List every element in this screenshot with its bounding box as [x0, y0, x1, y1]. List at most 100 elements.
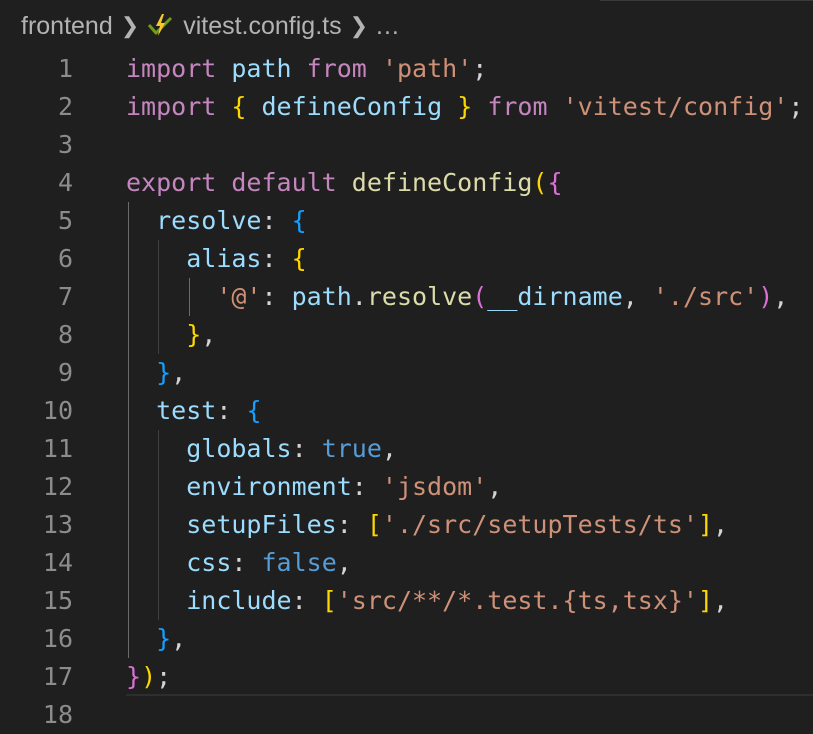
line-number: 11 [42, 434, 73, 463]
line-number: 7 [57, 282, 73, 311]
line-number: 6 [57, 244, 73, 273]
line-number: 9 [57, 358, 73, 387]
code-token: css [186, 548, 232, 577]
code-token: } [156, 358, 172, 387]
line-number: 17 [42, 662, 73, 691]
code-line[interactable]: 11 globals: true, [0, 430, 813, 468]
line-number: 12 [42, 472, 73, 501]
code-token: ; [472, 54, 488, 83]
code-token: environment [186, 472, 352, 501]
code-token: defineConfig [261, 92, 443, 121]
code-token: } [186, 320, 202, 349]
code-line[interactable]: 14 css: false, [0, 544, 813, 582]
code-line[interactable]: 10 test: { [0, 392, 813, 430]
code-line[interactable]: 17}); [0, 658, 813, 696]
code-token: : [291, 586, 322, 615]
line-number: 18 [42, 700, 73, 729]
breadcrumb-symbols[interactable]: ... [376, 12, 400, 41]
code-line[interactable]: 12 environment: 'jsdom', [0, 468, 813, 506]
code-line[interactable]: 1 import path from 'path'; [0, 50, 813, 88]
code-editor[interactable]: 1 import path from 'path'; 2 import { defin… [0, 50, 813, 729]
code-token: 'vitest/config' [562, 92, 789, 121]
code-line[interactable]: 9 }, [0, 354, 813, 392]
code-text: '@': path.resolve(__dirname, './src'), [126, 278, 788, 316]
code-token: : [216, 396, 247, 425]
code-token: 'jsdom' [381, 472, 488, 501]
code-token: { [547, 168, 563, 197]
code-text: globals: true, [126, 430, 397, 468]
code-token: 'src/**/*.test.{ts,tsx}' [336, 586, 698, 615]
code-text: }); [126, 658, 171, 696]
breadcrumb-folder[interactable]: frontend [21, 12, 113, 41]
code-token: { [291, 244, 307, 273]
code-text: include: ['src/**/*.test.{ts,tsx}'], [126, 582, 728, 620]
code-line[interactable]: 18 [0, 696, 813, 734]
code-token: resolve [156, 206, 262, 235]
code-line[interactable]: 6 alias: { [0, 240, 813, 278]
code-line[interactable]: 13 setupFiles: ['./src/setupTests/ts'], [0, 506, 813, 544]
code-token: : [336, 510, 367, 539]
line-number: 2 [57, 92, 73, 121]
code-text: import { defineConfig } from 'vitest/con… [126, 88, 803, 126]
code-text: environment: 'jsdom', [126, 468, 502, 506]
breadcrumb-file[interactable]: vitest.config.ts [183, 12, 341, 41]
code-token: , [713, 586, 729, 615]
chevron-right-icon: ❯ [120, 13, 140, 38]
code-token: , [201, 320, 217, 349]
code-token: __dirname [487, 282, 623, 311]
line-number: 4 [57, 168, 73, 197]
code-token: : [261, 282, 292, 311]
line-number: 15 [42, 586, 73, 615]
code-text: alias: { [126, 240, 307, 278]
code-token: ( [472, 282, 488, 311]
code-token: , [336, 548, 352, 577]
code-token: from [306, 54, 367, 83]
line-number: 10 [42, 396, 73, 425]
code-token: ) [141, 662, 157, 691]
code-token: , [487, 472, 503, 501]
chevron-right-icon: ❯ [349, 13, 369, 38]
code-token: { [291, 206, 307, 235]
line-number: 5 [57, 206, 73, 235]
code-token: defineConfig [351, 168, 533, 197]
code-token: ; [788, 92, 804, 121]
code-line[interactable]: 8 }, [0, 316, 813, 354]
code-line[interactable]: 7 '@': path.resolve(__dirname, './src'), [0, 278, 813, 316]
code-token: import [126, 54, 217, 83]
code-text: css: false, [126, 544, 352, 582]
code-token: from [487, 92, 548, 121]
code-line[interactable]: 15 include: ['src/**/*.test.{ts,tsx}'], [0, 582, 813, 620]
code-line[interactable]: 16 }, [0, 620, 813, 658]
code-line[interactable]: 2 import { defineConfig } from 'vitest/co… [0, 88, 813, 126]
indent-guide [158, 240, 160, 354]
code-token: import [126, 92, 217, 121]
code-token: ; [156, 662, 172, 691]
line-number: 1 [57, 54, 73, 83]
code-line[interactable]: 3 [0, 126, 813, 164]
code-token: ) [758, 282, 774, 311]
code-token: ( [532, 168, 548, 197]
code-token: '@' [216, 282, 262, 311]
code-token: . [351, 282, 367, 311]
code-token: ] [697, 586, 714, 615]
code-line[interactable]: 5 resolve: { [0, 202, 813, 240]
code-text: setupFiles: ['./src/setupTests/ts'], [126, 506, 728, 544]
code-token: } [457, 92, 473, 121]
code-text: resolve: { [126, 202, 307, 240]
code-token: globals [186, 434, 292, 463]
code-token: true [321, 434, 382, 463]
code-token: path [231, 54, 292, 83]
code-line[interactable]: 4 export default defineConfig({ [0, 164, 813, 202]
code-token: : [351, 472, 382, 501]
